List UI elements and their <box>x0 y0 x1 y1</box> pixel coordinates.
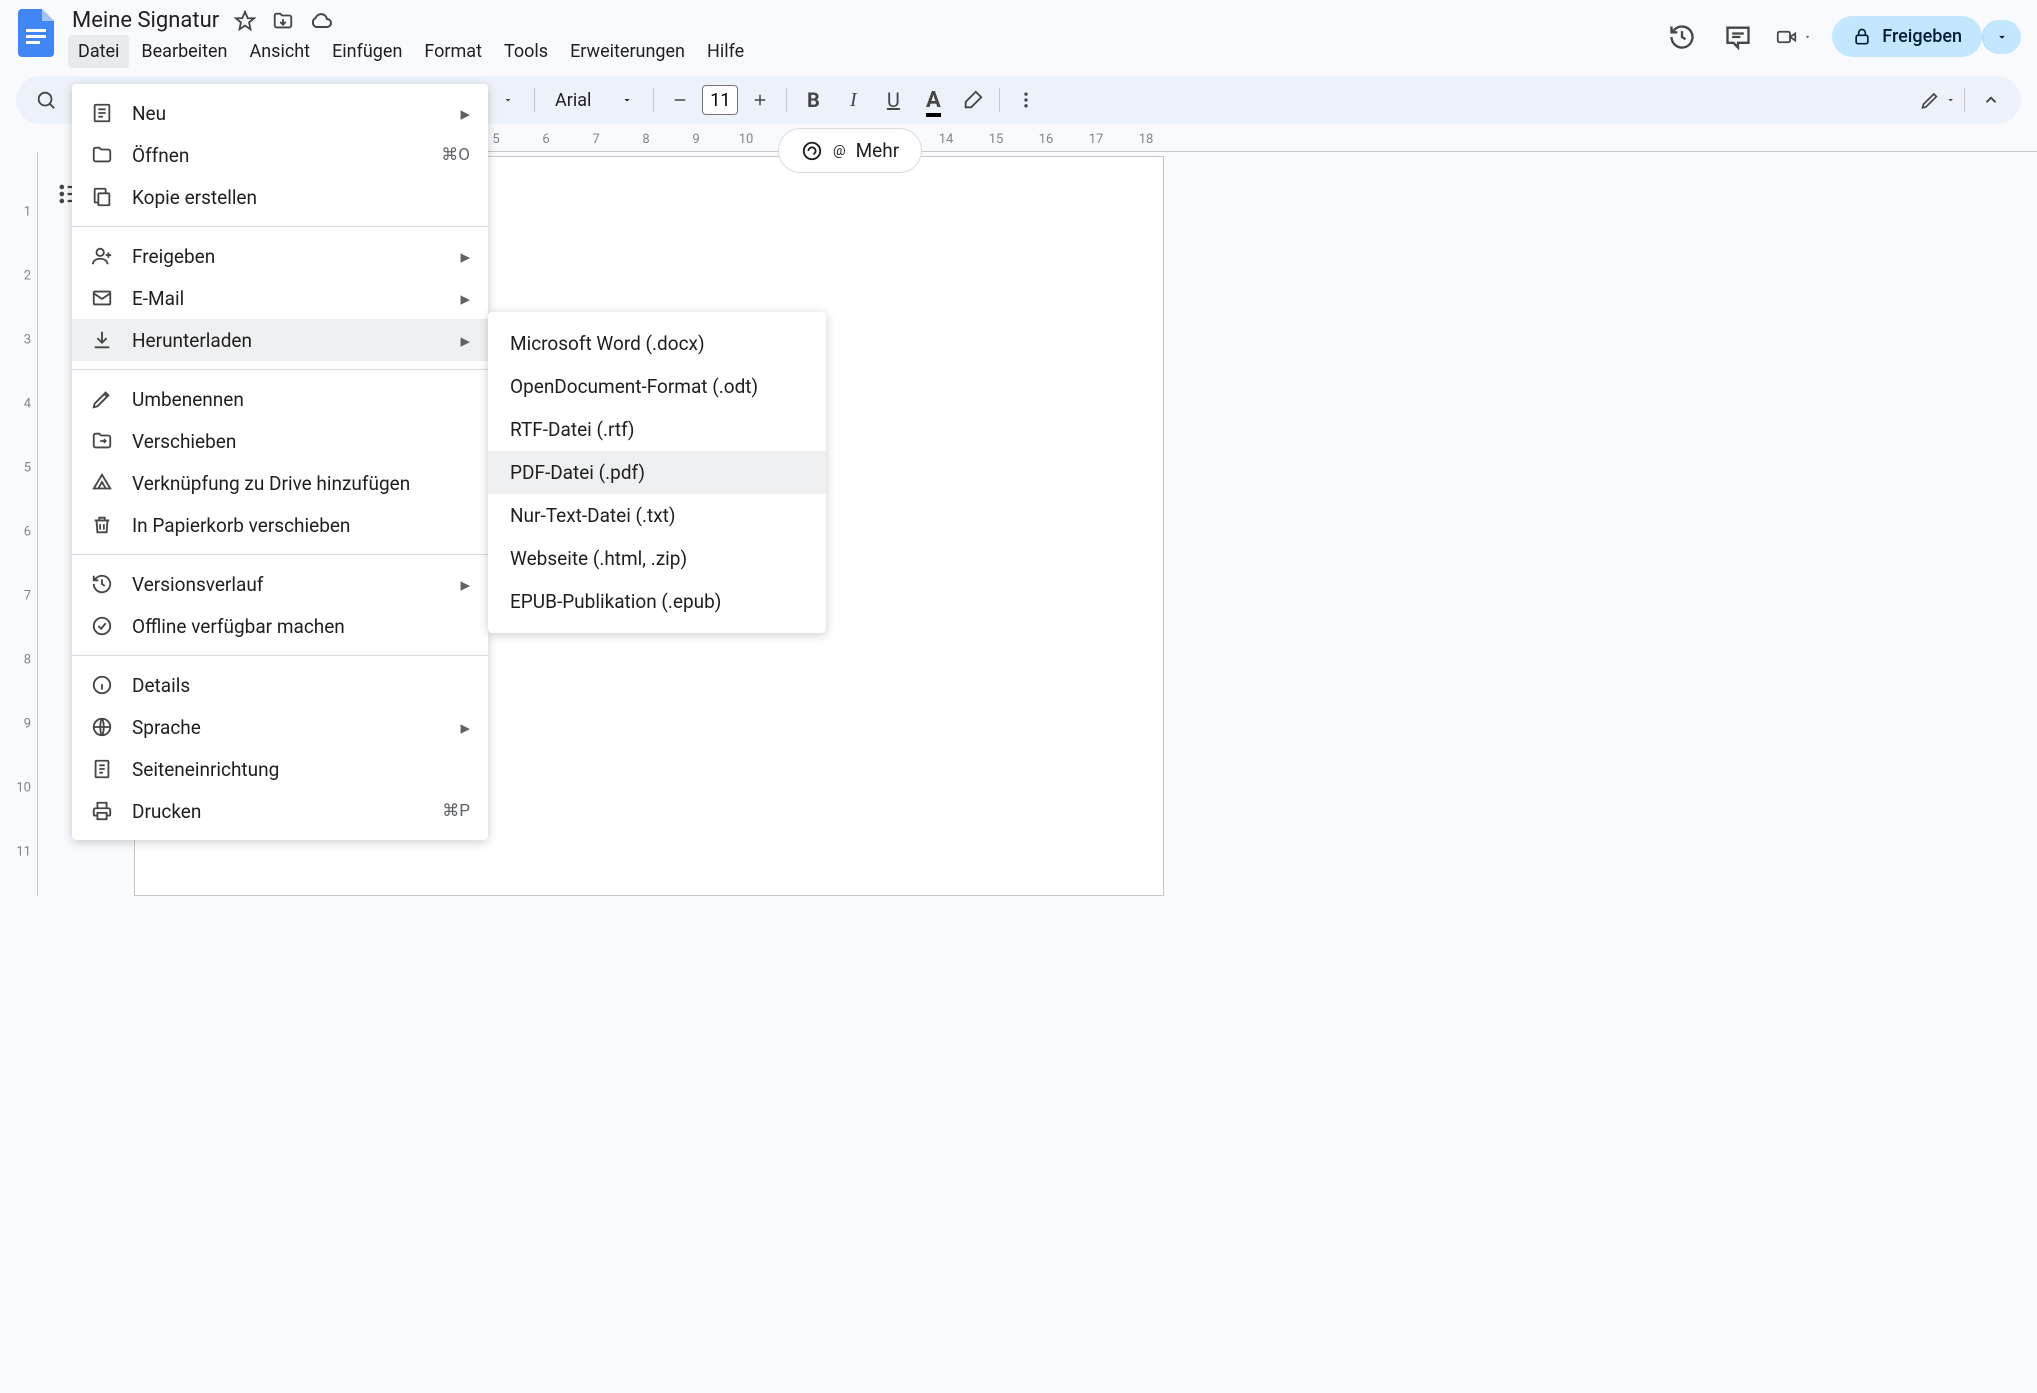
highlight-button[interactable] <box>955 82 991 118</box>
header: Meine Signatur Datei Bearbeiten Ansicht … <box>0 0 2037 68</box>
file-menu-dropdown: Neu ▸ Öffnen ⌘O Kopie erstellen Freigebe… <box>72 84 488 840</box>
text-color-button[interactable]: A <box>915 82 951 118</box>
header-right: Freigeben <box>1664 8 2021 57</box>
mail-icon <box>90 286 114 310</box>
share-dropdown-arrow[interactable] <box>1982 20 2021 54</box>
download-odt[interactable]: OpenDocument-Format (.odt) <box>488 365 826 408</box>
star-icon[interactable] <box>233 9 257 33</box>
download-icon <box>90 328 114 352</box>
file-icon <box>90 101 114 125</box>
menu-sprache[interactable]: Sprache ▸ <box>72 706 488 748</box>
submenu-arrow-icon: ▸ <box>460 287 470 310</box>
folder-icon <box>90 143 114 167</box>
vertical-ruler: 1 2 3 4 5 6 7 8 9 10 11 <box>8 152 38 896</box>
font-size-increase[interactable] <box>742 82 778 118</box>
menu-ansicht[interactable]: Ansicht <box>239 35 320 68</box>
collapse-toolbar-icon[interactable] <box>1973 82 2009 118</box>
download-rtf[interactable]: RTF-Datei (.rtf) <box>488 408 826 451</box>
menu-bearbeiten[interactable]: Bearbeiten <box>131 35 237 68</box>
menu-drucken[interactable]: Drucken ⌘P <box>72 790 488 832</box>
person-add-icon <box>90 244 114 268</box>
docs-logo-icon[interactable] <box>16 8 56 58</box>
share-button-label: Freigeben <box>1882 26 1962 47</box>
menu-datei[interactable]: Datei <box>68 35 129 68</box>
download-html[interactable]: Webseite (.html, .zip) <box>488 537 826 580</box>
globe-icon <box>90 715 114 739</box>
download-docx[interactable]: Microsoft Word (.docx) <box>488 322 826 365</box>
submenu-arrow-icon: ▸ <box>460 716 470 739</box>
font-size-decrease[interactable] <box>662 82 698 118</box>
search-icon[interactable] <box>28 82 64 118</box>
header-left: Meine Signatur Datei Bearbeiten Ansicht … <box>68 8 1652 68</box>
chip-mehr-label: Mehr <box>856 139 900 162</box>
menu-versionsverlauf[interactable]: Versionsverlauf ▸ <box>72 563 488 605</box>
menu-tools[interactable]: Tools <box>494 35 558 68</box>
move-icon <box>90 429 114 453</box>
menu-freigeben[interactable]: Freigeben ▸ <box>72 235 488 277</box>
menu-herunterladen[interactable]: Herunterladen ▸ <box>72 319 488 361</box>
menu-verknuepfung[interactable]: Verknüpfung zu Drive hinzufügen <box>72 462 488 504</box>
bold-button[interactable]: B <box>795 82 831 118</box>
submenu-arrow-icon: ▸ <box>460 329 470 352</box>
menu-email[interactable]: E-Mail ▸ <box>72 277 488 319</box>
more-toolbar-icon[interactable] <box>1008 82 1044 118</box>
font-family-label: Arial <box>555 90 591 111</box>
submenu-arrow-icon: ▸ <box>460 102 470 125</box>
editing-mode-button[interactable] <box>1920 82 1956 118</box>
menu-papierkorb[interactable]: In Papierkorb verschieben <box>72 504 488 546</box>
document-title[interactable]: Meine Signatur <box>72 8 219 33</box>
info-icon <box>90 673 114 697</box>
menu-einfuegen[interactable]: Einfügen <box>322 35 412 68</box>
menu-erweiterungen[interactable]: Erweiterungen <box>560 35 695 68</box>
submenu-arrow-icon: ▸ <box>460 245 470 268</box>
submenu-arrow-icon: ▸ <box>460 573 470 596</box>
menu-oeffnen[interactable]: Öffnen ⌘O <box>72 134 488 176</box>
menu-umbenennen[interactable]: Umbenennen <box>72 378 488 420</box>
history-icon[interactable] <box>1664 19 1700 55</box>
move-folder-icon[interactable] <box>271 9 295 33</box>
menu-bar: Datei Bearbeiten Ansicht Einfügen Format… <box>68 35 1652 68</box>
menu-format[interactable]: Format <box>414 35 492 68</box>
menu-verschieben[interactable]: Verschieben <box>72 420 488 462</box>
trash-icon <box>90 513 114 537</box>
share-button[interactable]: Freigeben <box>1832 16 1982 57</box>
menu-seiteneinrichtung[interactable]: Seiteneinrichtung <box>72 748 488 790</box>
copy-icon <box>90 185 114 209</box>
menu-details[interactable]: Details <box>72 664 488 706</box>
menu-offline[interactable]: Offline verfügbar machen <box>72 605 488 647</box>
video-call-button[interactable] <box>1776 19 1812 55</box>
italic-button[interactable]: I <box>835 82 871 118</box>
download-pdf[interactable]: PDF-Datei (.pdf) <box>488 451 826 494</box>
rename-icon <box>90 387 114 411</box>
history-icon <box>90 572 114 596</box>
font-family-selector[interactable]: Arial <box>543 90 645 111</box>
menu-neu[interactable]: Neu ▸ <box>72 92 488 134</box>
download-txt[interactable]: Nur-Text-Datei (.txt) <box>488 494 826 537</box>
underline-button[interactable]: U <box>875 82 911 118</box>
page-setup-icon <box>90 757 114 781</box>
font-size-input[interactable] <box>702 85 738 115</box>
menu-kopie-erstellen[interactable]: Kopie erstellen <box>72 176 488 218</box>
drive-shortcut-icon <box>90 471 114 495</box>
cloud-status-icon[interactable] <box>309 9 333 33</box>
offline-icon <box>90 614 114 638</box>
chip-mehr[interactable]: @ Mehr <box>778 128 922 173</box>
print-icon <box>90 799 114 823</box>
menu-hilfe[interactable]: Hilfe <box>697 35 754 68</box>
download-epub[interactable]: EPUB-Publikation (.epub) <box>488 580 826 623</box>
style-dropdown-arrow[interactable] <box>490 82 526 118</box>
download-submenu: Microsoft Word (.docx) OpenDocument-Form… <box>488 312 826 633</box>
comment-icon[interactable] <box>1720 19 1756 55</box>
